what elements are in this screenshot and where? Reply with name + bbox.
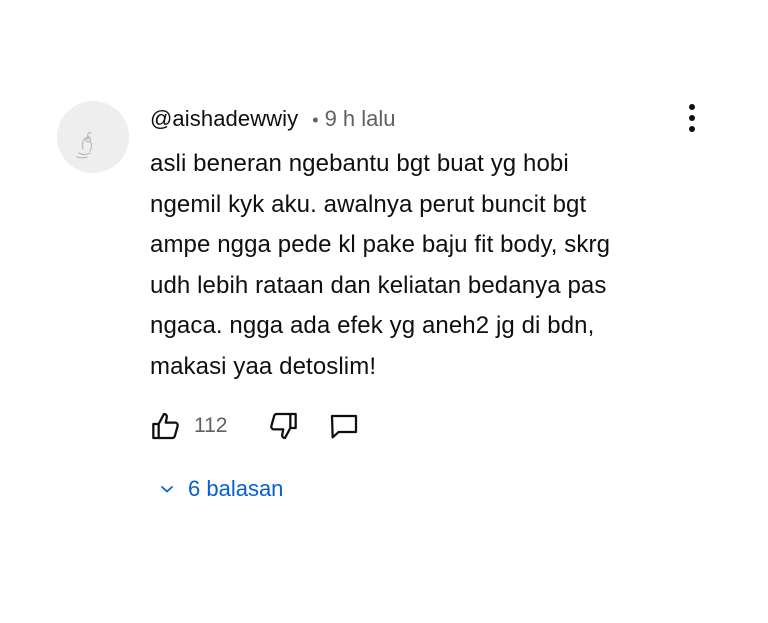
comment-thread: @aishadewwiy • 9 h lalu asli beneran nge… [0, 0, 768, 623]
comment-actions: 112 [150, 408, 361, 444]
comment-header: @aishadewwiy • 9 h lalu [150, 103, 670, 135]
comment-line: udh lebih rataan dan keliatan bedanya pa… [150, 271, 607, 299]
comment-line: makasi yaa detoslim! [150, 352, 377, 380]
replies-label: 6 balasan [188, 476, 284, 501]
author-name[interactable]: @aishadewwiy [150, 103, 298, 135]
comment-line: ampe ngga pede kl pake baju fit body, sk… [150, 231, 611, 259]
comment-text: asli beneran ngebantu bgt buat yg hobi n… [150, 144, 670, 388]
avatar[interactable] [57, 101, 129, 173]
comment-content: @aishadewwiy • 9 h lalu asli beneran nge… [150, 103, 670, 388]
separator-dot: • [312, 110, 319, 130]
like-button[interactable] [150, 410, 182, 442]
avatar-drawing-icon [57, 101, 129, 173]
timestamp[interactable]: 9 h lalu [325, 103, 396, 135]
comment-line: ngemil kyk aku. awalnya perut buncit bgt [150, 190, 587, 218]
chevron-down-icon [160, 484, 174, 494]
view-replies-button[interactable]: 6 balasan [160, 476, 283, 502]
dislike-button[interactable] [267, 410, 299, 442]
comment-line: ngaca. ngga ada efek yg aneh2 jg di bdn, [150, 312, 595, 340]
reply-button[interactable] [327, 410, 361, 442]
thumbs-up-icon [152, 412, 179, 440]
comment-line: asli beneran ngebantu bgt buat yg hobi [150, 150, 569, 177]
comment-menu-button[interactable] [680, 101, 704, 137]
comment-bubble-icon [331, 414, 358, 439]
thumbs-down-icon [270, 412, 298, 440]
more-vertical-icon [689, 104, 695, 132]
like-count: 112 [194, 414, 228, 437]
